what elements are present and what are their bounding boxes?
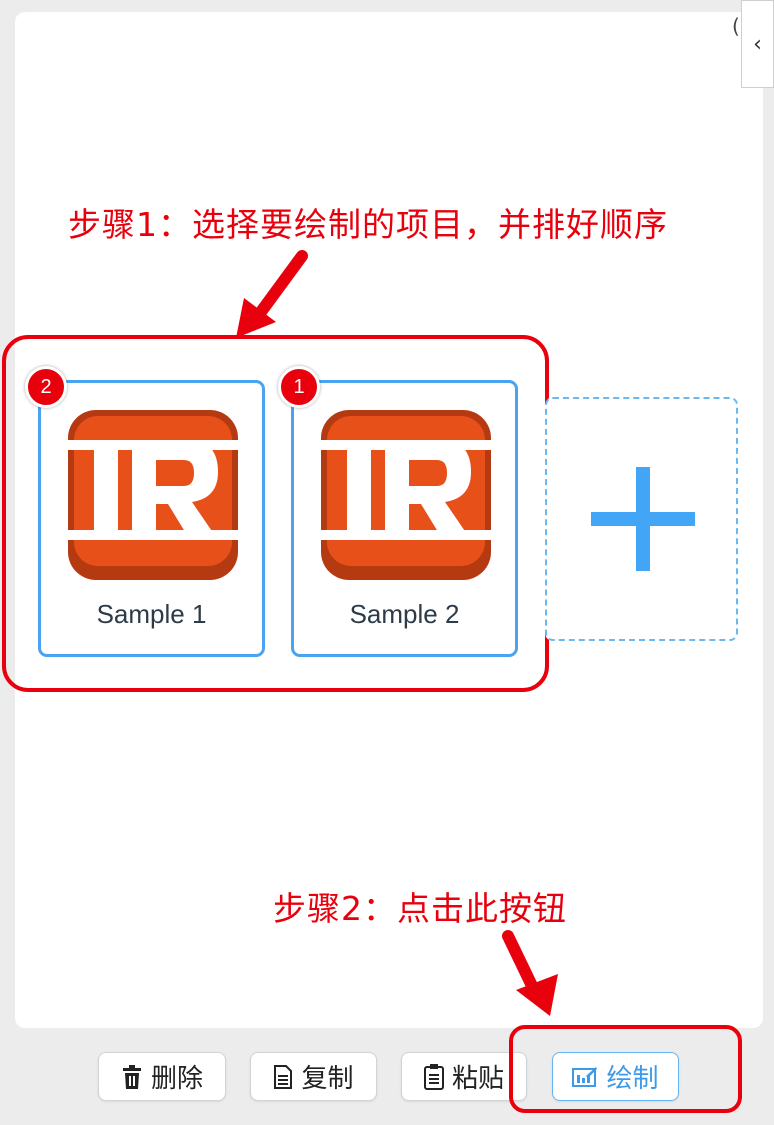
app-window: ( ‹ 步骤1：选择要绘制的项目，并排好顺序 Sample 1 2 Sample… [0,0,774,1125]
order-badge: 1 [278,366,320,408]
add-item-button[interactable] [545,397,738,641]
document-icon [273,1064,293,1089]
step2-arrow-icon [502,930,558,1016]
trash-icon [121,1064,143,1089]
paste-label: 粘贴 [451,1064,504,1094]
delete-label: 删除 [150,1064,203,1094]
order-badge: 2 [25,366,67,408]
chevron-left-icon: ‹ [753,31,762,57]
draw-button-highlight [509,1025,742,1113]
copy-button[interactable]: 复制 [250,1052,377,1101]
item-card-sample-2[interactable]: Sample 2 [291,380,518,657]
corner-glyph: ( [732,14,740,38]
card-label: Sample 2 [349,599,460,629]
step2-annotation: 步骤2：点击此按钮 [273,889,567,928]
clipboard-icon [423,1063,444,1090]
ir-logo-icon [321,410,491,580]
copy-label: 复制 [301,1064,354,1094]
plus-icon-vertical [636,467,650,571]
card-label: Sample 1 [96,599,207,629]
delete-button[interactable]: 删除 [98,1052,226,1101]
step1-annotation: 步骤1：选择要绘制的项目，并排好顺序 [68,205,668,244]
ir-logo-icon [68,410,238,580]
step1-arrow-icon [236,250,308,338]
collapse-panel-button[interactable]: ‹ [741,0,774,88]
item-card-sample-1[interactable]: Sample 1 [38,380,265,657]
